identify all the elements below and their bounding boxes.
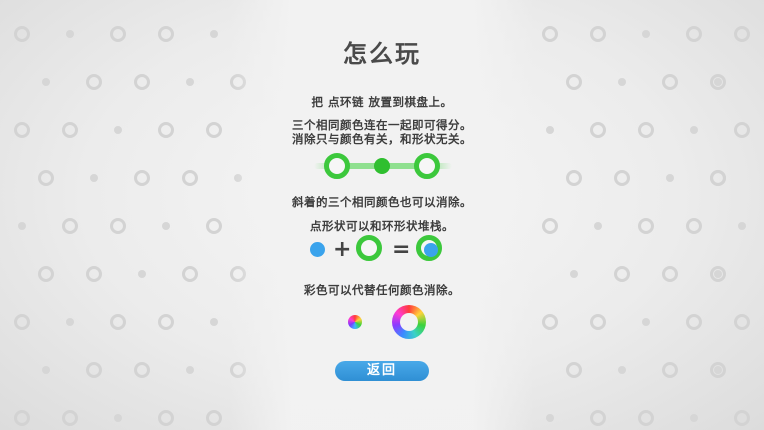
instruction-place: 把 点环链 放置到棋盘上。 bbox=[311, 95, 453, 109]
equals-sign: = bbox=[392, 237, 411, 262]
rainbow-example bbox=[340, 304, 430, 340]
instruction-rainbow: 彩色可以代替任何颜色消除。 bbox=[304, 283, 460, 297]
instruction-match-line2: 消除只与颜色有关，和形状无关。 bbox=[292, 132, 472, 146]
blue-dot-icon bbox=[310, 242, 325, 257]
blue-dot-icon bbox=[424, 243, 438, 257]
green-ring-icon bbox=[356, 235, 382, 261]
page-title: 怎么玩 bbox=[343, 40, 421, 68]
green-ring-icon bbox=[324, 153, 350, 179]
rainbow-dot-icon bbox=[348, 315, 362, 329]
stack-example: + = bbox=[305, 234, 455, 266]
back-button[interactable]: 返回 bbox=[335, 361, 429, 381]
green-dot-icon bbox=[374, 158, 390, 174]
green-ring-icon bbox=[414, 153, 440, 179]
instruction-diagonal: 斜着的三个相同颜色也可以消除。 bbox=[292, 195, 472, 209]
rainbow-ring-icon bbox=[392, 305, 426, 339]
how-to-play-panel: 怎么玩 把 点环链 放置到棋盘上。 三个相同颜色连在一起即可得分。 消除只与颜色… bbox=[0, 0, 764, 430]
instruction-stack: 点形状可以和环形状堆栈。 bbox=[310, 219, 454, 233]
plus-sign: + bbox=[333, 237, 352, 262]
match-example bbox=[310, 150, 456, 182]
